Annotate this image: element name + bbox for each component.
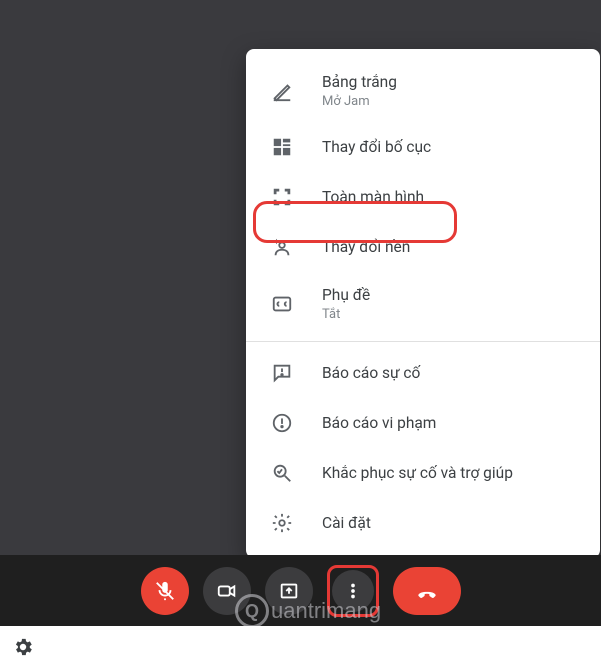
menu-item-report-problem[interactable]: Báo cáo sự cố bbox=[246, 348, 600, 398]
menu-item-label: Thay đổi bố cục bbox=[322, 137, 431, 157]
menu-item-fullscreen[interactable]: Toàn màn hình bbox=[246, 172, 600, 222]
more-button-highlight bbox=[327, 565, 379, 617]
menu-item-label: Toàn màn hình bbox=[322, 187, 424, 207]
fullscreen-icon bbox=[270, 185, 294, 209]
menu-divider bbox=[246, 341, 600, 342]
menu-item-whiteboard[interactable]: Bảng trắng Mở Jam bbox=[246, 59, 600, 122]
menu-item-label: Báo cáo vi phạm bbox=[322, 413, 436, 433]
more-options-button[interactable] bbox=[332, 570, 374, 612]
menu-item-settings[interactable]: Cài đặt bbox=[246, 498, 600, 548]
hangup-button[interactable] bbox=[393, 567, 461, 615]
gear-icon[interactable] bbox=[12, 636, 34, 662]
menu-item-sublabel: Mở Jam bbox=[322, 94, 397, 109]
browser-bottom-strip bbox=[0, 626, 601, 671]
person-sparkle-icon bbox=[270, 235, 294, 259]
menu-item-captions[interactable]: Phụ đề Tắt bbox=[246, 272, 600, 335]
more-options-menu: Bảng trắng Mở Jam Thay đổi bố cục Toàn m… bbox=[246, 49, 600, 558]
troubleshoot-icon bbox=[270, 461, 294, 485]
alert-circle-icon bbox=[270, 411, 294, 435]
menu-item-sublabel: Tắt bbox=[322, 307, 370, 322]
layout-icon bbox=[270, 135, 294, 159]
menu-item-change-background[interactable]: Thay đổi nền bbox=[246, 222, 600, 272]
menu-item-label: Thay đổi nền bbox=[322, 237, 410, 257]
menu-item-label: Báo cáo sự cố bbox=[322, 363, 420, 383]
camera-button[interactable] bbox=[203, 567, 251, 615]
present-screen-button[interactable] bbox=[265, 567, 313, 615]
call-controls-bar bbox=[0, 555, 601, 626]
pencil-icon bbox=[270, 79, 294, 103]
gear-icon bbox=[270, 511, 294, 535]
cc-icon bbox=[270, 292, 294, 316]
feedback-icon bbox=[270, 361, 294, 385]
menu-item-label: Khắc phục sự cố và trợ giúp bbox=[322, 463, 513, 483]
menu-item-label: Bảng trắng bbox=[322, 72, 397, 92]
menu-item-label: Phụ đề bbox=[322, 285, 370, 305]
menu-item-report-abuse[interactable]: Báo cáo vi phạm bbox=[246, 398, 600, 448]
menu-item-troubleshoot[interactable]: Khắc phục sự cố và trợ giúp bbox=[246, 448, 600, 498]
menu-item-label: Cài đặt bbox=[322, 513, 371, 533]
menu-item-layout[interactable]: Thay đổi bố cục bbox=[246, 122, 600, 172]
mic-muted-button[interactable] bbox=[141, 567, 189, 615]
